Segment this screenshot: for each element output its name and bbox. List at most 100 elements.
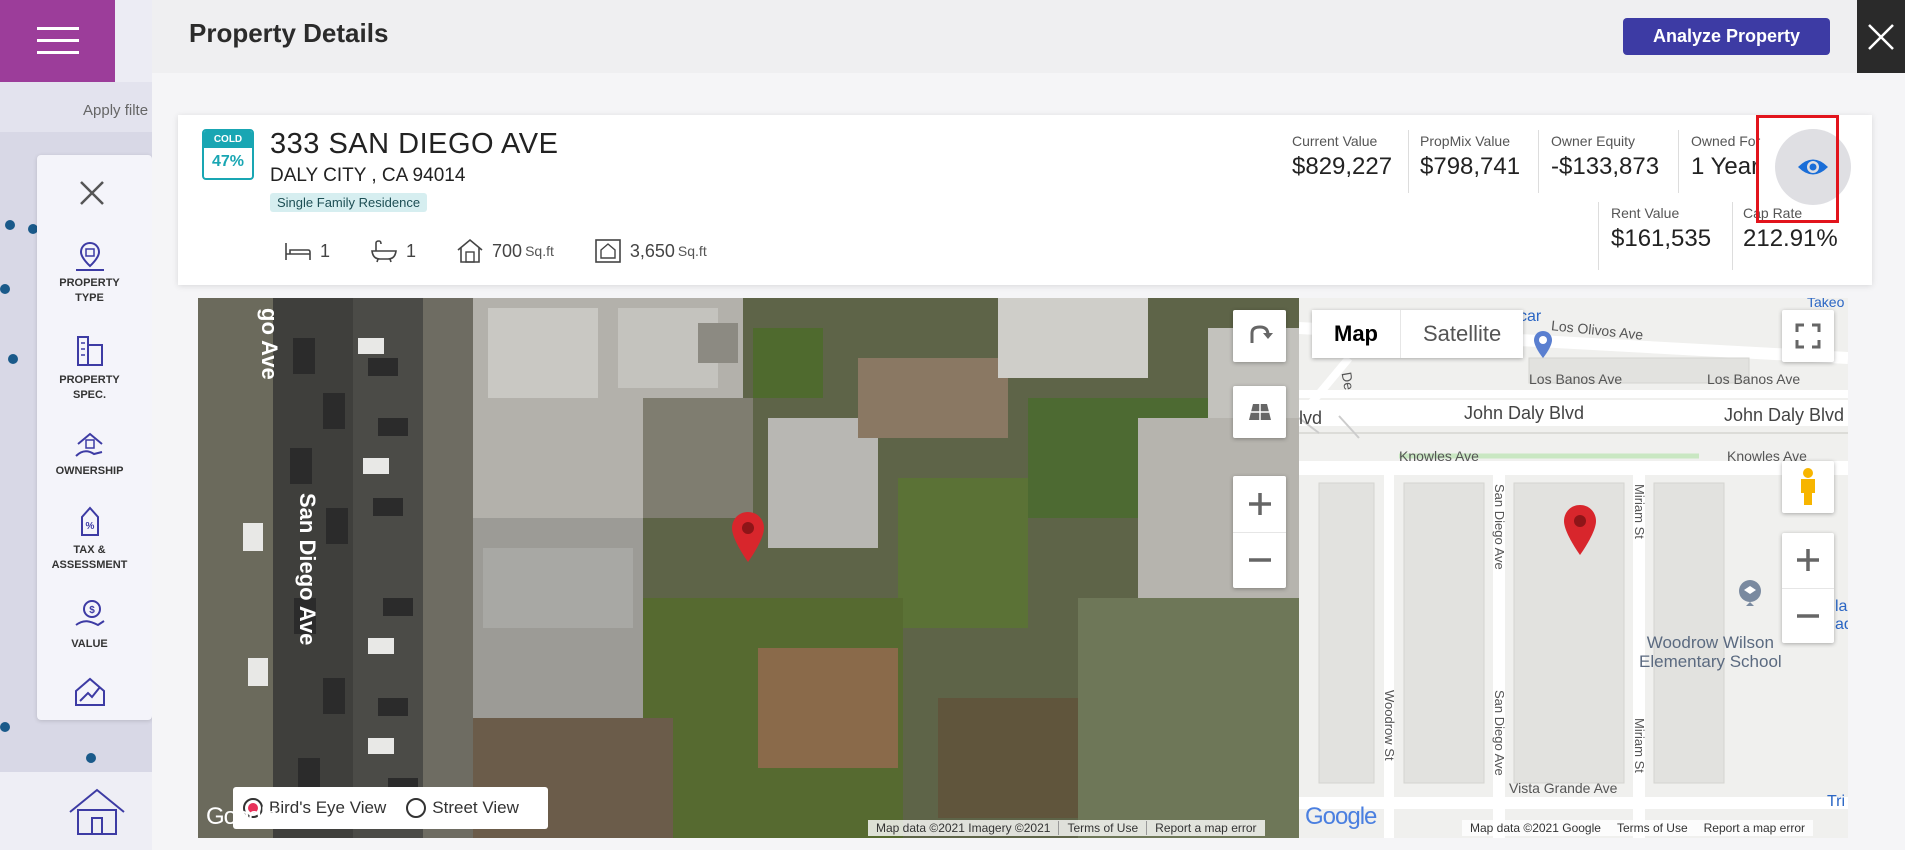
map-dot[interactable] <box>8 354 18 364</box>
badge-status: COLD <box>204 131 252 148</box>
filter-label: OWNERSHIP <box>55 465 124 477</box>
tax-assessment-icon: % <box>80 506 99 536</box>
divider <box>1678 130 1679 193</box>
road-label: lvd <box>1299 408 1323 428</box>
rotate-map-button[interactable] <box>1233 310 1286 362</box>
rotate-icon <box>1250 325 1273 343</box>
google-logo[interactable]: Google <box>206 803 278 831</box>
property-type-tag: Single Family Residence <box>270 193 428 212</box>
birds-eye-label[interactable]: Bird's Eye View <box>269 798 386 818</box>
metric-label: Owned For <box>1691 133 1761 149</box>
filter-tax-assessment[interactable]: % TAX & ASSESSMENT <box>37 503 142 573</box>
terms-link[interactable]: Terms of Use <box>1609 821 1696 835</box>
page-title: Property Details <box>189 18 389 48</box>
owner-equity-metric: Owner Equity -$133,873 <box>1551 133 1659 181</box>
poi-label[interactable]: Woodrow Wilson Elementary School <box>1639 633 1782 671</box>
analyze-property-button[interactable]: Analyze Property <box>1623 18 1830 55</box>
map-attribution: Map data ©2021 Google Terms of Use Repor… <box>1462 820 1813 836</box>
apply-filter-hint[interactable]: Apply filte <box>83 102 148 119</box>
area-unit: Sq.ft <box>525 243 554 259</box>
map-type-map-button[interactable]: Map <box>1312 310 1401 358</box>
location-pin-icon[interactable] <box>1562 503 1598 557</box>
attribution-text: Map data ©2021 Google <box>1470 821 1601 835</box>
filter-label: TAX & ASSESSMENT <box>51 544 128 571</box>
report-error-link[interactable]: Report a map error <box>1146 821 1264 835</box>
zoom-out-button[interactable] <box>1233 531 1286 589</box>
ownership-icon <box>74 432 103 457</box>
lot-area-spec: 3,650 Sq.ft <box>594 238 707 264</box>
street-view-label[interactable]: Street View <box>432 798 519 818</box>
close-modal-button[interactable] <box>1857 0 1905 73</box>
zoom-in-button[interactable] <box>1233 476 1286 532</box>
metric-label: Cap Rate <box>1743 205 1803 221</box>
map-dot[interactable] <box>0 284 10 294</box>
building-area-spec: 700 Sq.ft <box>456 238 554 264</box>
satellite-map[interactable]: go Ave San Diego Ave Bird's Eye View Str… <box>198 298 1299 838</box>
divider <box>1408 130 1409 193</box>
report-error-link[interactable]: Report a map error <box>1696 821 1813 835</box>
metric-value: $798,741 <box>1420 153 1521 180</box>
aerial-imagery <box>198 298 1299 838</box>
road-label: Vista Grande Ave <box>1509 780 1618 796</box>
road-map[interactable]: car Los Olivos Ave Takeo De Los Banos Av… <box>1299 298 1848 838</box>
filter-label: PROPERTY SPEC. <box>59 374 120 401</box>
filter-ownership[interactable]: OWNERSHIP <box>37 426 142 479</box>
modal-header: Property Details Analyze Property <box>152 0 1905 73</box>
fullscreen-button[interactable] <box>1782 310 1834 362</box>
lot-area-value: 3,650 <box>629 240 675 261</box>
baths-count: 1 <box>406 240 417 261</box>
tilt-icon <box>1248 404 1271 420</box>
road-label: Los Banos Ave <box>1707 371 1801 387</box>
area-unit: Sq.ft <box>677 243 707 259</box>
current-value-metric: Current Value $829,227 <box>1292 133 1392 181</box>
zoom-control <box>1782 533 1834 643</box>
street-label: go Ave <box>257 308 282 380</box>
divider <box>1538 130 1539 193</box>
hamburger-menu-button[interactable] <box>0 0 115 82</box>
plus-icon <box>1797 549 1819 572</box>
google-logo[interactable]: Google <box>1305 803 1377 831</box>
street-view-radio[interactable] <box>406 798 427 818</box>
pegman-button[interactable] <box>1782 461 1834 513</box>
toggle-visibility-button[interactable] <box>1775 129 1851 205</box>
divider <box>1598 202 1599 270</box>
value-icon: $ <box>74 600 105 627</box>
location-pin-icon[interactable] <box>730 510 766 564</box>
filter-trend[interactable] <box>37 673 142 713</box>
background-footer <box>0 772 152 850</box>
map-dot[interactable] <box>5 220 15 230</box>
road-label: De <box>1338 370 1358 392</box>
minus-icon <box>1797 614 1819 618</box>
zoom-out-button[interactable] <box>1782 587 1834 644</box>
filter-value[interactable]: $ VALUE <box>37 597 142 652</box>
metric-value: 1 Year <box>1691 153 1760 180</box>
school-icon[interactable] <box>1735 578 1765 608</box>
address-line1: 333 SAN DIEGO AVE <box>270 128 559 160</box>
close-icon[interactable] <box>77 178 107 208</box>
map-dot[interactable] <box>0 722 10 732</box>
map-dot[interactable] <box>86 753 96 763</box>
lead-score-badge: COLD 47% <box>202 129 254 180</box>
poi-marker-icon[interactable] <box>1533 330 1553 360</box>
fullscreen-icon <box>1795 323 1821 349</box>
property-specs: 1 1 700 Sq.ft 3,650 Sq.ft <box>284 238 747 264</box>
propmix-value-metric: PropMix Value $798,741 <box>1420 133 1520 181</box>
metric-label: PropMix Value <box>1420 133 1511 149</box>
bed-icon <box>285 243 311 260</box>
property-type-icon <box>75 241 104 271</box>
road-label: John Daly Blvd <box>1464 403 1585 423</box>
eye-icon <box>1798 159 1828 175</box>
road-label: Miriam St <box>1632 484 1647 539</box>
street-label: San Diego Ave <box>295 493 320 646</box>
metric-label: Current Value <box>1292 133 1378 149</box>
road-label: Tri C <box>1827 793 1848 810</box>
zoom-in-button[interactable] <box>1782 533 1834 588</box>
badge-score: 47% <box>211 153 245 170</box>
filter-property-spec[interactable]: PROPERTY SPEC. <box>37 333 142 403</box>
metric-value: -$133,873 <box>1551 153 1660 180</box>
owned-for-metric: Owned For 1 Year <box>1691 133 1760 181</box>
terms-link[interactable]: Terms of Use <box>1058 821 1146 835</box>
map-type-satellite-button[interactable]: Satellite <box>1401 310 1523 358</box>
filter-property-type[interactable]: PROPERTY TYPE <box>37 240 142 306</box>
tilt-map-button[interactable] <box>1233 386 1286 438</box>
